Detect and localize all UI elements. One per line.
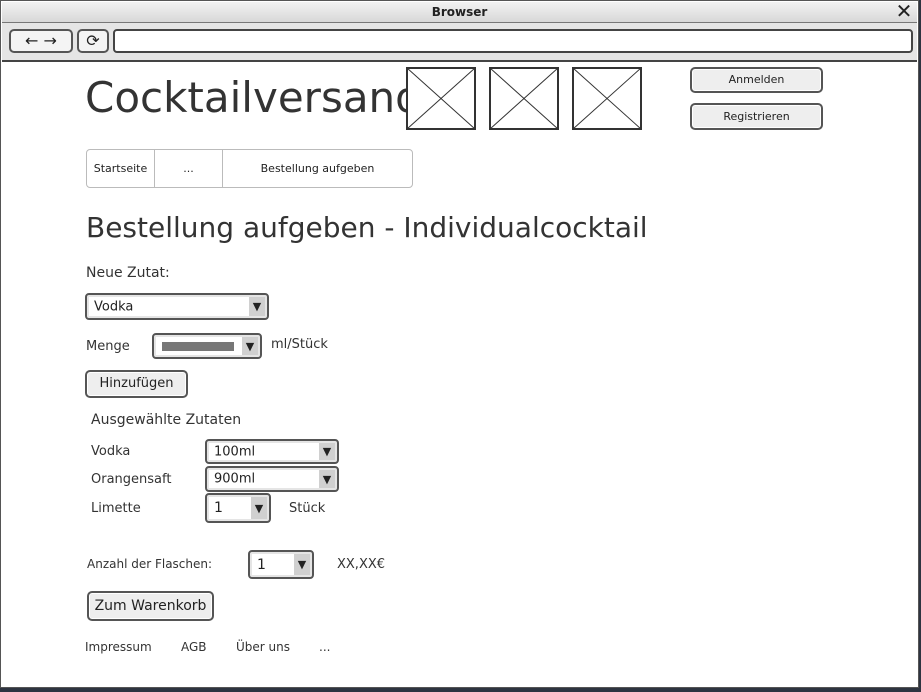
bottles-select[interactable]: 1 ▼ xyxy=(248,550,314,579)
selected-ingredient-name: Orangensaft xyxy=(91,472,172,487)
footer-link-ueber-uns[interactable]: Über uns xyxy=(236,640,290,654)
browser-window: Browser ✕ ← → ⟳ Cocktailversand Anmelden… xyxy=(0,0,919,688)
selected-amount-value: 100ml xyxy=(214,444,256,459)
selected-unit: Stück xyxy=(289,501,326,516)
back-arrow-icon[interactable]: ← xyxy=(25,31,38,50)
forward-arrow-icon[interactable]: → xyxy=(44,31,57,50)
page-title: Bestellung aufgeben - Individualcocktail xyxy=(86,211,648,244)
reload-icon: ⟳ xyxy=(86,31,100,50)
ingredient-select[interactable]: Vodka ▼ xyxy=(85,293,269,320)
chevron-down-icon: ▼ xyxy=(319,443,335,460)
close-icon[interactable]: ✕ xyxy=(895,1,913,21)
price: XX,XX€ xyxy=(337,557,386,572)
footer-link-more[interactable]: ... xyxy=(319,640,330,654)
login-button[interactable]: Anmelden xyxy=(690,67,823,93)
selected-ingredients-title: Ausgewählte Zutaten xyxy=(91,412,242,428)
new-ingredient-label: Neue Zutat: xyxy=(86,265,170,281)
add-ingredient-button[interactable]: Hinzufügen xyxy=(85,370,188,398)
amount-unit: ml/Stück xyxy=(271,337,328,352)
bottles-value: 1 xyxy=(257,556,266,573)
title-bar: Browser ✕ xyxy=(2,1,917,23)
site-logo: Cocktailversand xyxy=(85,73,422,122)
chevron-down-icon: ▼ xyxy=(249,297,265,316)
breadcrumb-nav: Startseite ... Bestellung aufgeben xyxy=(86,149,413,188)
ingredient-select-value: Vodka xyxy=(94,299,134,314)
address-bar[interactable] xyxy=(113,29,913,53)
footer-link-agb[interactable]: AGB xyxy=(181,640,207,654)
footer-link-impressum[interactable]: Impressum xyxy=(85,640,152,654)
selected-ingredient-name: Limette xyxy=(91,501,141,516)
selected-amount-select[interactable]: 1 ▼ xyxy=(205,493,271,523)
add-to-cart-button[interactable]: Zum Warenkorb xyxy=(87,591,214,621)
register-button[interactable]: Registrieren xyxy=(690,103,823,130)
bottles-label: Anzahl der Flaschen: xyxy=(87,557,213,571)
nav-item-startseite[interactable]: Startseite xyxy=(87,150,155,187)
image-placeholder-1 xyxy=(406,67,476,130)
chevron-down-icon: ▼ xyxy=(294,554,310,575)
chevron-down-icon: ▼ xyxy=(242,337,258,355)
nav-item-more[interactable]: ... xyxy=(155,150,223,187)
image-placeholder-3 xyxy=(572,67,642,130)
reload-button[interactable]: ⟳ xyxy=(77,29,109,53)
selected-amount-value: 900ml xyxy=(214,471,256,487)
back-forward-buttons: ← → xyxy=(9,29,73,53)
browser-toolbar: ← → ⟳ xyxy=(2,23,917,62)
selected-amount-value: 1 xyxy=(214,500,223,516)
selected-amount-select[interactable]: 100ml ▼ xyxy=(205,439,339,464)
amount-value-bar xyxy=(162,342,234,351)
image-placeholder-2 xyxy=(489,67,559,130)
chevron-down-icon: ▼ xyxy=(319,470,335,488)
selected-ingredient-name: Vodka xyxy=(91,444,131,459)
chevron-down-icon: ▼ xyxy=(251,497,267,519)
nav-item-bestellung[interactable]: Bestellung aufgeben xyxy=(223,150,412,187)
amount-label: Menge xyxy=(86,339,130,354)
selected-amount-select[interactable]: 900ml ▼ xyxy=(205,466,339,492)
amount-select[interactable]: ▼ xyxy=(152,333,262,359)
window-title: Browser xyxy=(431,5,488,19)
